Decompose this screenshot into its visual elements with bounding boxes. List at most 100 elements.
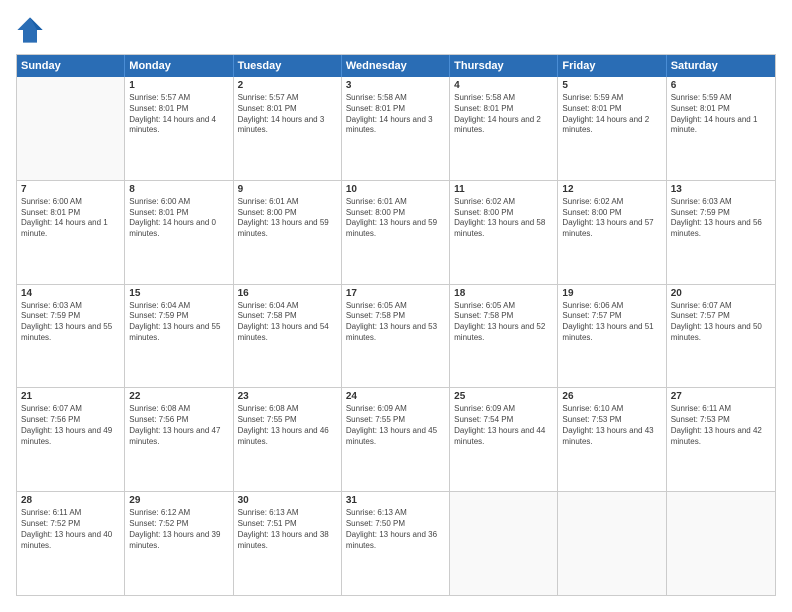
calendar-cell: 16 Sunrise: 6:04 AM Sunset: 7:58 PM Dayli… (234, 285, 342, 388)
day-number: 20 (671, 288, 771, 299)
day-number: 4 (454, 80, 553, 91)
day-number: 23 (238, 391, 337, 402)
day-number: 5 (562, 80, 661, 91)
calendar-cell: 25 Sunrise: 6:09 AM Sunset: 7:54 PM Dayli… (450, 388, 558, 491)
day-number: 19 (562, 288, 661, 299)
calendar-cell (667, 492, 775, 595)
calendar-row-2: 7 Sunrise: 6:00 AM Sunset: 8:01 PM Daylig… (17, 180, 775, 284)
calendar-cell (450, 492, 558, 595)
day-number: 10 (346, 184, 445, 195)
cell-info: Sunrise: 6:07 AM Sunset: 7:56 PM Dayligh… (21, 404, 120, 447)
day-number: 22 (129, 391, 228, 402)
cell-info: Sunrise: 6:02 AM Sunset: 8:00 PM Dayligh… (454, 197, 553, 240)
day-number: 9 (238, 184, 337, 195)
cell-info: Sunrise: 5:59 AM Sunset: 8:01 PM Dayligh… (562, 93, 661, 136)
day-number: 26 (562, 391, 661, 402)
cell-info: Sunrise: 6:05 AM Sunset: 7:58 PM Dayligh… (346, 301, 445, 344)
logo-icon (16, 16, 44, 44)
day-number: 3 (346, 80, 445, 91)
day-number: 30 (238, 495, 337, 506)
calendar-cell: 10 Sunrise: 6:01 AM Sunset: 8:00 PM Dayli… (342, 181, 450, 284)
cell-info: Sunrise: 6:01 AM Sunset: 8:00 PM Dayligh… (238, 197, 337, 240)
calendar-cell: 11Sunrise: 6:02 AM Sunset: 8:00 PM Dayli… (450, 181, 558, 284)
day-number: 25 (454, 391, 553, 402)
cell-info: Sunrise: 6:11 AM Sunset: 7:53 PM Dayligh… (671, 404, 771, 447)
calendar-cell: 2 Sunrise: 5:57 AM Sunset: 8:01 PM Daylig… (234, 77, 342, 180)
calendar-cell: 19Sunrise: 6:06 AM Sunset: 7:57 PM Dayli… (558, 285, 666, 388)
calendar-cell: 18Sunrise: 6:05 AM Sunset: 7:58 PM Dayli… (450, 285, 558, 388)
header-day-thursday: Thursday (450, 55, 558, 77)
day-number: 16 (238, 288, 337, 299)
calendar-row-5: 28 Sunrise: 6:11 AM Sunset: 7:52 PM Dayli… (17, 491, 775, 595)
calendar-cell: 31 Sunrise: 6:13 AM Sunset: 7:50 PM Dayli… (342, 492, 450, 595)
calendar-cell: 22 Sunrise: 6:08 AM Sunset: 7:56 PM Dayli… (125, 388, 233, 491)
calendar-body: 1 Sunrise: 5:57 AM Sunset: 8:01 PM Daylig… (17, 77, 775, 595)
calendar-cell: 7 Sunrise: 6:00 AM Sunset: 8:01 PM Daylig… (17, 181, 125, 284)
cell-info: Sunrise: 6:13 AM Sunset: 7:50 PM Dayligh… (346, 508, 445, 551)
header-day-monday: Monday (125, 55, 233, 77)
day-number: 31 (346, 495, 445, 506)
cell-info: Sunrise: 6:04 AM Sunset: 7:58 PM Dayligh… (238, 301, 337, 344)
day-number: 8 (129, 184, 228, 195)
cell-info: Sunrise: 5:58 AM Sunset: 8:01 PM Dayligh… (454, 93, 553, 136)
cell-info: Sunrise: 5:58 AM Sunset: 8:01 PM Dayligh… (346, 93, 445, 136)
calendar-cell: 28 Sunrise: 6:11 AM Sunset: 7:52 PM Dayli… (17, 492, 125, 595)
cell-info: Sunrise: 6:03 AM Sunset: 7:59 PM Dayligh… (21, 301, 120, 344)
calendar-cell: 23 Sunrise: 6:08 AM Sunset: 7:55 PM Dayli… (234, 388, 342, 491)
cell-info: Sunrise: 6:00 AM Sunset: 8:01 PM Dayligh… (129, 197, 228, 240)
page: SundayMondayTuesdayWednesdayThursdayFrid… (0, 0, 792, 612)
day-number: 24 (346, 391, 445, 402)
header-day-friday: Friday (558, 55, 666, 77)
cell-info: Sunrise: 6:10 AM Sunset: 7:53 PM Dayligh… (562, 404, 661, 447)
header-day-saturday: Saturday (667, 55, 775, 77)
day-number: 13 (671, 184, 771, 195)
header-day-tuesday: Tuesday (234, 55, 342, 77)
day-number: 18 (454, 288, 553, 299)
cell-info: Sunrise: 6:09 AM Sunset: 7:54 PM Dayligh… (454, 404, 553, 447)
calendar-cell: 3 Sunrise: 5:58 AM Sunset: 8:01 PM Daylig… (342, 77, 450, 180)
cell-info: Sunrise: 6:09 AM Sunset: 7:55 PM Dayligh… (346, 404, 445, 447)
cell-info: Sunrise: 6:04 AM Sunset: 7:59 PM Dayligh… (129, 301, 228, 344)
cell-info: Sunrise: 6:02 AM Sunset: 8:00 PM Dayligh… (562, 197, 661, 240)
calendar-cell: 26 Sunrise: 6:10 AM Sunset: 7:53 PM Dayli… (558, 388, 666, 491)
calendar-cell: 20 Sunrise: 6:07 AM Sunset: 7:57 PM Dayli… (667, 285, 775, 388)
calendar-cell: 9 Sunrise: 6:01 AM Sunset: 8:00 PM Daylig… (234, 181, 342, 284)
cell-info: Sunrise: 6:08 AM Sunset: 7:56 PM Dayligh… (129, 404, 228, 447)
cell-info: Sunrise: 6:11 AM Sunset: 7:52 PM Dayligh… (21, 508, 120, 551)
cell-info: Sunrise: 6:13 AM Sunset: 7:51 PM Dayligh… (238, 508, 337, 551)
calendar-cell (17, 77, 125, 180)
calendar-cell (558, 492, 666, 595)
calendar-cell: 5 Sunrise: 5:59 AM Sunset: 8:01 PM Daylig… (558, 77, 666, 180)
calendar-cell: 29Sunrise: 6:12 AM Sunset: 7:52 PM Dayli… (125, 492, 233, 595)
calendar-cell: 6 Sunrise: 5:59 AM Sunset: 8:01 PM Daylig… (667, 77, 775, 180)
calendar-cell: 8 Sunrise: 6:00 AM Sunset: 8:01 PM Daylig… (125, 181, 233, 284)
calendar-cell: 21 Sunrise: 6:07 AM Sunset: 7:56 PM Dayli… (17, 388, 125, 491)
calendar-header: SundayMondayTuesdayWednesdayThursdayFrid… (17, 55, 775, 77)
day-number: 21 (21, 391, 120, 402)
day-number: 7 (21, 184, 120, 195)
cell-info: Sunrise: 5:59 AM Sunset: 8:01 PM Dayligh… (671, 93, 771, 136)
calendar-cell: 14Sunrise: 6:03 AM Sunset: 7:59 PM Dayli… (17, 285, 125, 388)
day-number: 29 (129, 495, 228, 506)
day-number: 2 (238, 80, 337, 91)
calendar-cell: 12Sunrise: 6:02 AM Sunset: 8:00 PM Dayli… (558, 181, 666, 284)
day-number: 27 (671, 391, 771, 402)
calendar-cell: 17Sunrise: 6:05 AM Sunset: 7:58 PM Dayli… (342, 285, 450, 388)
header-day-wednesday: Wednesday (342, 55, 450, 77)
calendar-cell: 1Sunrise: 5:57 AM Sunset: 8:01 PM Daylig… (125, 77, 233, 180)
day-number: 15 (129, 288, 228, 299)
cell-info: Sunrise: 5:57 AM Sunset: 8:01 PM Dayligh… (238, 93, 337, 136)
calendar-cell: 4 Sunrise: 5:58 AM Sunset: 8:01 PM Daylig… (450, 77, 558, 180)
calendar-cell: 15 Sunrise: 6:04 AM Sunset: 7:59 PM Dayli… (125, 285, 233, 388)
logo (16, 16, 46, 44)
cell-info: Sunrise: 6:07 AM Sunset: 7:57 PM Dayligh… (671, 301, 771, 344)
calendar-row-3: 14Sunrise: 6:03 AM Sunset: 7:59 PM Dayli… (17, 284, 775, 388)
day-number: 28 (21, 495, 120, 506)
cell-info: Sunrise: 6:08 AM Sunset: 7:55 PM Dayligh… (238, 404, 337, 447)
cell-info: Sunrise: 6:00 AM Sunset: 8:01 PM Dayligh… (21, 197, 120, 240)
calendar-cell: 24 Sunrise: 6:09 AM Sunset: 7:55 PM Dayli… (342, 388, 450, 491)
cell-info: Sunrise: 6:01 AM Sunset: 8:00 PM Dayligh… (346, 197, 445, 240)
calendar-row-1: 1 Sunrise: 5:57 AM Sunset: 8:01 PM Daylig… (17, 77, 775, 180)
day-number: 1 (129, 80, 228, 91)
day-number: 6 (671, 80, 771, 91)
